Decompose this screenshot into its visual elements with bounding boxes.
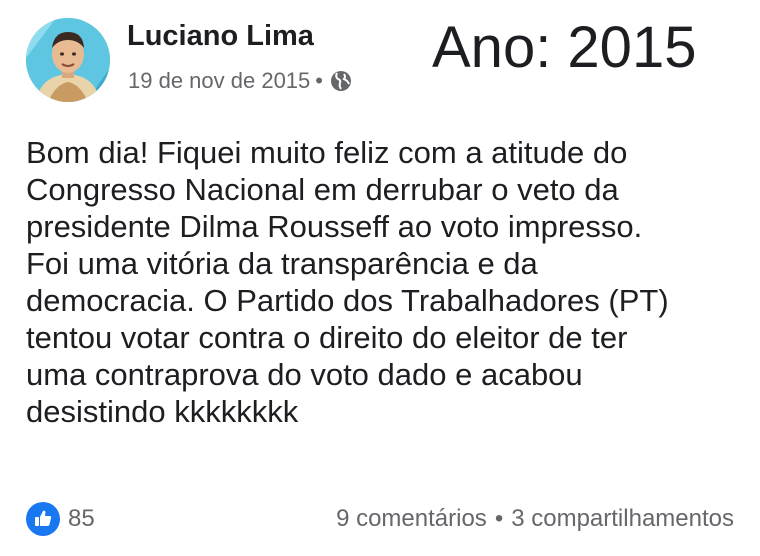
- post-date[interactable]: 19 de nov de 2015: [128, 68, 310, 94]
- like-icon: [26, 502, 60, 536]
- engagement-stats: 9 comentários • 3 compartilhamentos: [336, 505, 734, 533]
- post-meta: 19 de nov de 2015 •: [128, 68, 353, 94]
- reaction-count: 85: [68, 505, 95, 532]
- shares-link[interactable]: 3 compartilhamentos: [511, 505, 734, 533]
- post-footer: 85 9 comentários • 3 compartilhamentos: [26, 499, 734, 539]
- globe-icon: [329, 69, 353, 93]
- author-name[interactable]: Luciano Lima: [127, 20, 314, 53]
- year-overlay-label: Ano: 2015: [432, 15, 697, 80]
- meta-separator: •: [315, 68, 323, 93]
- post-body-text: Bom dia! Fiquei muito feliz com a atitud…: [26, 135, 669, 429]
- comments-link[interactable]: 9 comentários: [336, 505, 487, 533]
- avatar-illustration: [26, 18, 110, 102]
- stats-separator: •: [494, 505, 504, 532]
- reactions-summary[interactable]: 85: [26, 502, 95, 536]
- author-avatar[interactable]: [26, 18, 110, 102]
